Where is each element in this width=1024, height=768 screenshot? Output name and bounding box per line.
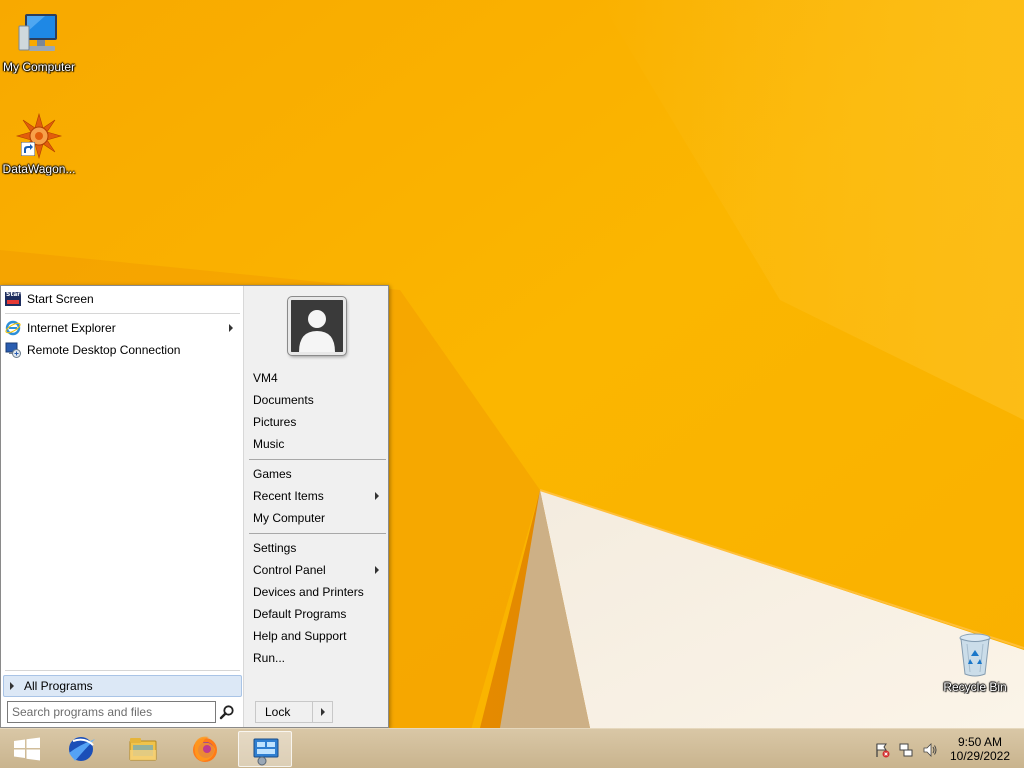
place-label: Games bbox=[253, 467, 292, 481]
taskbar-browser-button[interactable] bbox=[54, 731, 108, 767]
shortcut-arrow-icon bbox=[21, 142, 35, 156]
place-music[interactable]: Music bbox=[253, 434, 385, 454]
place-my-computer[interactable]: My Computer bbox=[253, 508, 385, 528]
desktop-icon-recycle-bin[interactable]: Recycle Bin bbox=[936, 630, 1014, 694]
submenu-arrow-icon bbox=[229, 324, 233, 332]
place-devices-and-printers[interactable]: Devices and Printers bbox=[253, 582, 385, 602]
desktop-icon-label: My Computer bbox=[2, 60, 76, 74]
desktop-icon-label: DataWagon... bbox=[2, 162, 76, 176]
start-menu: Start Start Screen Internet Explorer Rem… bbox=[0, 285, 389, 728]
user-avatar[interactable] bbox=[288, 297, 346, 355]
clock-time: 9:50 AM bbox=[957, 735, 1003, 749]
expand-arrow-icon bbox=[10, 682, 14, 690]
system-clock[interactable]: 9:50 AM 10/29/2022 bbox=[940, 735, 1020, 763]
menu-separator bbox=[249, 459, 386, 460]
place-control-panel[interactable]: Control Panel bbox=[253, 560, 385, 580]
place-user-name[interactable]: VM4 bbox=[253, 368, 385, 388]
desktop-icon-datawagon[interactable]: DataWagon... bbox=[0, 112, 78, 176]
firefox-icon bbox=[193, 736, 217, 762]
place-default-programs[interactable]: Default Programs bbox=[253, 604, 385, 624]
taskbar-firefox-button[interactable] bbox=[178, 731, 232, 767]
all-programs-label: All Programs bbox=[24, 679, 93, 693]
place-label: Recent Items bbox=[253, 489, 324, 503]
lock-button[interactable]: Lock bbox=[256, 702, 312, 722]
desktop-icon-my-computer[interactable]: My Computer bbox=[0, 10, 78, 74]
place-label: Control Panel bbox=[253, 563, 326, 577]
browser-globe-icon bbox=[69, 737, 95, 761]
start-menu-programs-pane: Start Start Screen Internet Explorer Rem… bbox=[1, 286, 244, 727]
program-remote-desktop-connection[interactable]: Remote Desktop Connection bbox=[3, 340, 241, 360]
taskbar-control-panel-button[interactable] bbox=[238, 731, 292, 767]
place-label: Documents bbox=[253, 393, 314, 407]
action-center-flag-icon[interactable] bbox=[874, 742, 890, 758]
place-label: Help and Support bbox=[253, 629, 347, 643]
program-label: Internet Explorer bbox=[27, 321, 116, 335]
submenu-arrow-icon bbox=[375, 492, 379, 500]
shutdown-button-group: Lock bbox=[255, 701, 333, 723]
place-recent-items[interactable]: Recent Items bbox=[253, 486, 385, 506]
chevron-right-icon bbox=[321, 708, 325, 716]
place-label: Devices and Printers bbox=[253, 585, 364, 599]
taskbar: 9:50 AM 10/29/2022 bbox=[0, 728, 1024, 768]
place-label: My Computer bbox=[253, 511, 326, 525]
all-programs-button[interactable]: All Programs bbox=[3, 675, 242, 697]
submenu-arrow-icon bbox=[375, 566, 379, 574]
start-screen-icon-text: Start bbox=[6, 291, 24, 298]
place-label: Pictures bbox=[253, 415, 297, 429]
datawagon-logo-icon bbox=[15, 112, 63, 160]
place-label: Default Programs bbox=[253, 607, 347, 621]
power-options-button[interactable] bbox=[312, 702, 332, 722]
program-internet-explorer[interactable]: Internet Explorer bbox=[3, 318, 241, 338]
clock-date: 10/29/2022 bbox=[949, 749, 1011, 763]
place-documents[interactable]: Documents bbox=[253, 390, 385, 410]
search-input[interactable] bbox=[7, 701, 216, 723]
taskbar-file-explorer-button[interactable] bbox=[116, 731, 170, 767]
lock-label: Lock bbox=[265, 705, 291, 719]
desktop-icon-label: Recycle Bin bbox=[943, 680, 1007, 694]
start-menu-places-pane: VM4 Documents Pictures Music Games Recen… bbox=[245, 286, 388, 727]
place-pictures[interactable]: Pictures bbox=[253, 412, 385, 432]
search-icon[interactable] bbox=[219, 704, 235, 720]
place-label: Run... bbox=[253, 651, 286, 665]
place-run[interactable]: Run... bbox=[253, 648, 385, 668]
file-explorer-icon bbox=[129, 738, 157, 761]
program-start-screen[interactable]: Start Start Screen bbox=[3, 289, 241, 309]
menu-separator bbox=[249, 533, 386, 534]
place-help-and-support[interactable]: Help and Support bbox=[253, 626, 385, 646]
start-button[interactable] bbox=[0, 731, 54, 767]
network-icon[interactable] bbox=[898, 742, 914, 758]
user-silhouette-icon bbox=[291, 300, 343, 352]
program-label: Remote Desktop Connection bbox=[27, 343, 181, 357]
place-label: Music bbox=[253, 437, 285, 451]
remote-desktop-icon bbox=[5, 342, 21, 358]
monitor-icon bbox=[15, 10, 63, 58]
place-settings[interactable]: Settings bbox=[253, 538, 385, 558]
start-screen-icon: Start bbox=[5, 291, 24, 307]
recycle-bin-icon bbox=[951, 630, 999, 678]
place-label: VM4 bbox=[253, 371, 278, 385]
menu-separator bbox=[5, 670, 240, 671]
place-games[interactable]: Games bbox=[253, 464, 385, 484]
program-label: Start Screen bbox=[27, 292, 94, 306]
volume-icon[interactable] bbox=[922, 742, 938, 758]
place-label: Settings bbox=[253, 541, 297, 555]
control-panel-icon bbox=[253, 738, 279, 766]
internet-explorer-icon bbox=[5, 320, 21, 336]
menu-separator bbox=[5, 313, 240, 314]
windows-start-icon bbox=[14, 737, 40, 761]
